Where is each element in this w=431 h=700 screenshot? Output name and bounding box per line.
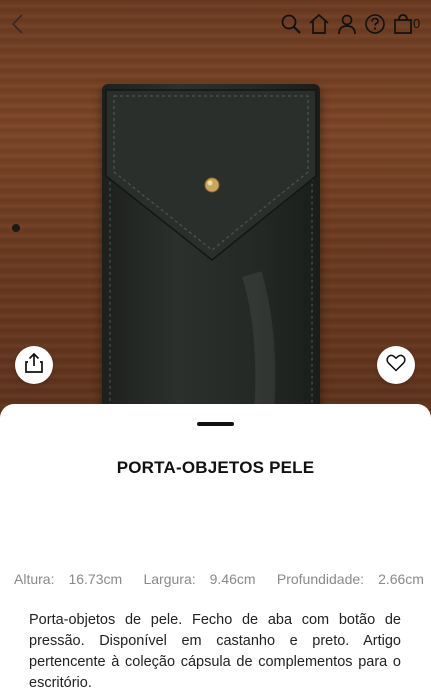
product-details-sheet: PORTA-OBJETOS PELE Altura: 16.73cm Largur… bbox=[0, 404, 431, 700]
top-navigation-bar: 0 bbox=[0, 0, 431, 48]
bag-icon[interactable] bbox=[391, 12, 415, 36]
bag-count[interactable]: 0 bbox=[413, 16, 420, 31]
dimension-label: Profundidade: bbox=[276, 571, 365, 587]
share-icon bbox=[24, 352, 44, 379]
chevron-left-icon[interactable] bbox=[6, 12, 30, 36]
gallery-pagination bbox=[12, 224, 20, 232]
share-button[interactable] bbox=[15, 346, 53, 384]
wishlist-button[interactable] bbox=[377, 346, 415, 384]
dimension-label: Altura: bbox=[14, 571, 55, 587]
leather-pouch-photo bbox=[102, 84, 320, 420]
dimension-value: 9.46cm bbox=[209, 571, 256, 587]
pagination-dot-active[interactable] bbox=[12, 224, 20, 232]
help-icon[interactable] bbox=[363, 12, 387, 36]
dimension-height: Altura: 16.73cm bbox=[14, 571, 122, 587]
product-title: PORTA-OBJETOS PELE bbox=[116, 458, 315, 477]
heart-icon bbox=[386, 354, 406, 377]
product-image[interactable] bbox=[0, 0, 431, 420]
dimension-value: 16.73cm bbox=[68, 571, 123, 587]
sheet-drag-handle[interactable] bbox=[197, 422, 234, 426]
product-dimensions: Altura: 16.73cm Largura: 9.46cm Profundida… bbox=[14, 571, 424, 587]
product-description: Porta-objetos de pele. Fecho de aba com … bbox=[29, 612, 401, 691]
search-icon[interactable] bbox=[279, 12, 303, 36]
dimension-width: Largura: 9.46cm bbox=[143, 571, 255, 587]
user-icon[interactable] bbox=[335, 12, 359, 36]
dimension-depth: Profundidade: 2.66cm bbox=[277, 571, 424, 587]
dimension-label: Largura: bbox=[143, 571, 196, 587]
home-icon[interactable] bbox=[307, 12, 331, 36]
dimension-value: 2.66cm bbox=[378, 571, 424, 587]
